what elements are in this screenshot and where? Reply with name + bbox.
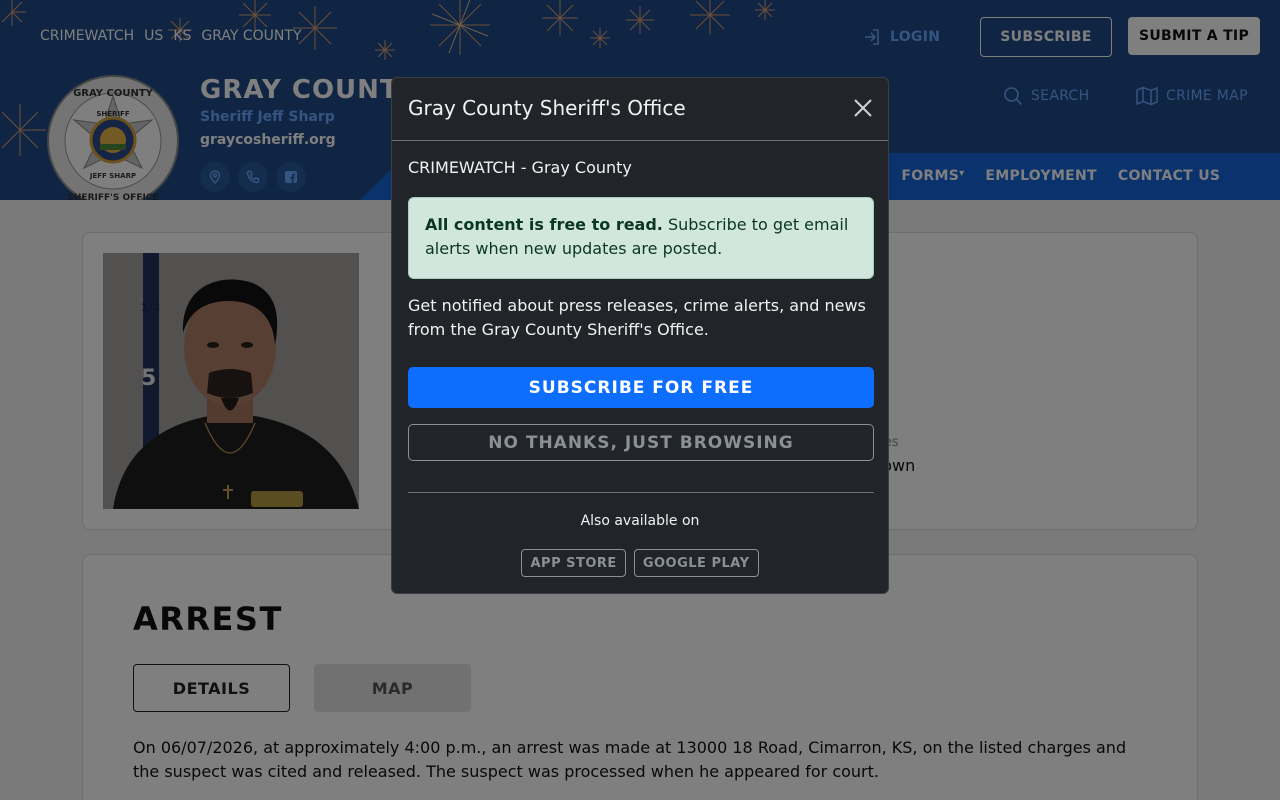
app-store-button[interactable]: APP STORE bbox=[521, 549, 626, 577]
modal-subtitle: CRIMEWATCH - Gray County bbox=[408, 158, 632, 177]
app-store-links: APP STORE GOOGLE PLAY bbox=[392, 549, 888, 577]
free-content-alert: All content is free to read. Subscribe t… bbox=[408, 197, 874, 279]
alert-bold-text: All content is free to read. bbox=[425, 215, 663, 234]
modal-header-divider bbox=[392, 140, 888, 141]
modal-divider bbox=[408, 492, 874, 493]
close-icon[interactable] bbox=[852, 97, 874, 119]
modal-title: Gray County Sheriff's Office bbox=[408, 96, 686, 120]
subscribe-modal: Gray County Sheriff's Office CRIMEWATCH … bbox=[391, 77, 889, 594]
google-play-button[interactable]: GOOGLE PLAY bbox=[633, 549, 759, 577]
also-available-text: Also available on bbox=[580, 513, 700, 529]
modal-description: Get notified about press releases, crime… bbox=[408, 296, 866, 339]
no-thanks-button[interactable]: NO THANKS, JUST BROWSING bbox=[408, 424, 874, 461]
subscribe-free-button[interactable]: SUBSCRIBE FOR FREE bbox=[408, 367, 874, 408]
